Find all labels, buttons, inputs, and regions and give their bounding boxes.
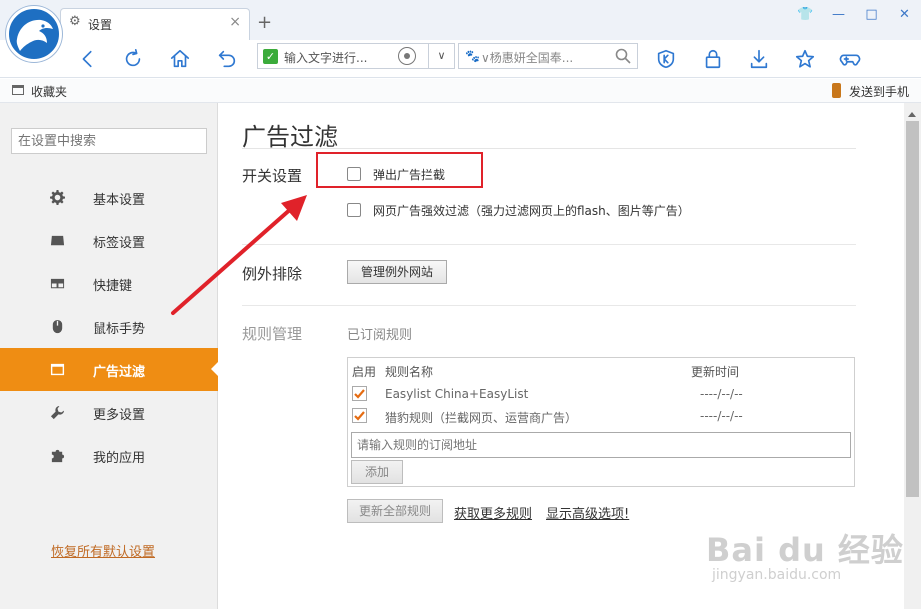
gear-icon: ⚙ — [69, 14, 81, 29]
folder-icon — [12, 85, 24, 95]
address-input[interactable]: 输入文字进行... — [284, 49, 367, 66]
gear-icon — [50, 190, 65, 205]
popup-block-label: 弹出广告拦截 — [373, 168, 446, 182]
manage-exceptions-button[interactable]: 管理例外网站 — [347, 260, 447, 284]
mouse-icon — [50, 319, 65, 334]
maximize-button[interactable]: □ — [855, 0, 888, 28]
advanced-options-link[interactable]: 显示高级选项! — [546, 503, 629, 522]
column-header-enabled: 启用 — [352, 365, 377, 379]
keyboard-icon — [50, 276, 65, 291]
restore-defaults-link[interactable]: 恢复所有默认设置 — [51, 541, 155, 560]
settings-search-input[interactable] — [11, 128, 207, 154]
sidebar-item-label: 基本设置 — [93, 193, 146, 208]
skin-button[interactable]: 👕 — [789, 0, 822, 28]
strong-filter-checkbox[interactable] — [347, 203, 361, 217]
gamepad-icon[interactable] — [838, 47, 862, 71]
sidebar-item-label: 更多设置 — [93, 408, 146, 423]
divider — [242, 305, 856, 306]
search-input[interactable]: ∨杨惠妍全国奉... — [481, 49, 611, 66]
sidebar-item-label: 我的应用 — [93, 451, 146, 466]
check-icon — [354, 411, 365, 421]
back-icon[interactable] — [76, 47, 100, 71]
subscribed-rules-label: 已订阅规则 — [347, 328, 413, 343]
browser-mode-icon[interactable] — [398, 47, 416, 65]
more-rules-link[interactable]: 获取更多规则 — [454, 503, 532, 522]
update-all-rules-button[interactable]: 更新全部规则 — [347, 499, 443, 523]
close-window-button[interactable]: ✕ — [888, 0, 921, 28]
add-rule-button[interactable]: 添加 — [351, 460, 403, 484]
tab-icon — [50, 233, 65, 248]
search-icon[interactable] — [615, 48, 631, 64]
search-bar[interactable]: 🐾 ∨杨惠妍全国奉... — [458, 43, 638, 69]
divider — [242, 148, 856, 149]
rule-url-input[interactable] — [351, 432, 851, 458]
refresh-icon[interactable] — [121, 47, 145, 71]
sidebar-item-tabs[interactable]: 标签设置 — [0, 219, 218, 262]
browser-logo-icon[interactable] — [6, 6, 62, 62]
sidebar-item-label: 鼠标手势 — [93, 322, 146, 337]
tab-close-button[interactable]: × — [229, 14, 241, 30]
k-shield-icon[interactable] — [654, 47, 678, 71]
switch-section-label: 开关设置 — [242, 167, 303, 185]
sidebar-item-mouse-gestures[interactable]: 鼠标手势 — [0, 305, 218, 348]
sidebar-item-label: 快捷键 — [93, 279, 133, 294]
download-icon[interactable] — [747, 47, 771, 71]
strong-filter-label: 网页广告强效过滤（强力过滤网页上的flash、图片等广告） — [373, 204, 690, 218]
star-icon[interactable] — [793, 47, 817, 71]
check-icon — [354, 389, 365, 399]
page-title: 广告过滤 — [242, 123, 338, 151]
bookmarks-bar: 收藏夹 发送到手机 — [0, 79, 921, 103]
wrench-icon — [50, 405, 65, 420]
phone-icon — [832, 83, 841, 98]
sidebar-item-more-settings[interactable]: 更多设置 — [0, 391, 218, 434]
rule-updated-time: ----/--/-- — [700, 387, 743, 401]
popup-block-checkbox[interactable] — [347, 167, 361, 181]
window-controls: 👕 — □ ✕ — [789, 0, 921, 28]
sidebar-item-basic[interactable]: 基本设置 — [0, 176, 218, 219]
sidebar-item-my-apps[interactable]: 我的应用 — [0, 434, 218, 477]
rule-enable-checkbox[interactable] — [352, 386, 367, 401]
puzzle-icon — [50, 448, 65, 463]
tab-settings[interactable]: ⚙ 设置 × — [60, 8, 250, 40]
settings-content: 广告过滤 开关设置 弹出广告拦截 网页广告强效过滤（强力过滤网页上的flash、… — [219, 103, 904, 609]
title-bar: ⚙ 设置 × + 👕 — □ ✕ — [0, 0, 921, 40]
minimize-button[interactable]: — — [822, 0, 855, 28]
favorites-button[interactable]: 收藏夹 — [31, 83, 67, 100]
rule-name: 猎豹规则（拦截网页、运营商广告） — [385, 411, 578, 425]
lock-icon[interactable] — [701, 47, 725, 71]
rule-name: Easylist China+EasyList — [385, 387, 529, 401]
undo-icon[interactable] — [215, 47, 239, 71]
window-icon — [50, 362, 65, 377]
home-icon[interactable] — [168, 47, 192, 71]
rules-table: 启用 规则名称 更新时间 Easylist China+EasyList ---… — [347, 357, 855, 487]
address-dropdown-button[interactable]: ∨ — [428, 44, 454, 68]
column-header-updated: 更新时间 — [691, 365, 740, 379]
cheetah-logo-icon — [16, 19, 53, 51]
tab-title: 设置 — [88, 18, 113, 32]
rule-enable-checkbox[interactable] — [352, 408, 367, 423]
divider — [242, 244, 856, 245]
sidebar-item-label: 标签设置 — [93, 236, 146, 251]
rules-section-label: 规则管理 — [242, 325, 303, 343]
exception-section-label: 例外排除 — [242, 265, 303, 283]
sidebar-item-ad-filter[interactable]: 广告过滤 — [0, 348, 218, 391]
rule-updated-time: ----/--/-- — [700, 409, 743, 423]
sidebar-item-shortcuts[interactable]: 快捷键 — [0, 262, 218, 305]
secure-check-icon: ✓ — [263, 49, 278, 64]
send-to-phone-button[interactable]: 发送到手机 — [849, 83, 909, 100]
sidebar-item-label: 广告过滤 — [93, 365, 146, 380]
address-bar[interactable]: ✓ 输入文字进行... ∨ — [257, 43, 455, 69]
settings-sidebar: 基本设置 标签设置 快捷键 鼠标手势 广告过滤 更多设置 我的应 — [0, 103, 218, 609]
scrollbar-thumb[interactable] — [906, 121, 919, 497]
new-tab-button[interactable]: + — [257, 14, 272, 32]
baidu-paw-icon[interactable]: 🐾 — [465, 49, 480, 63]
scroll-up-icon[interactable] — [908, 108, 916, 117]
column-header-name: 规则名称 — [385, 365, 434, 379]
